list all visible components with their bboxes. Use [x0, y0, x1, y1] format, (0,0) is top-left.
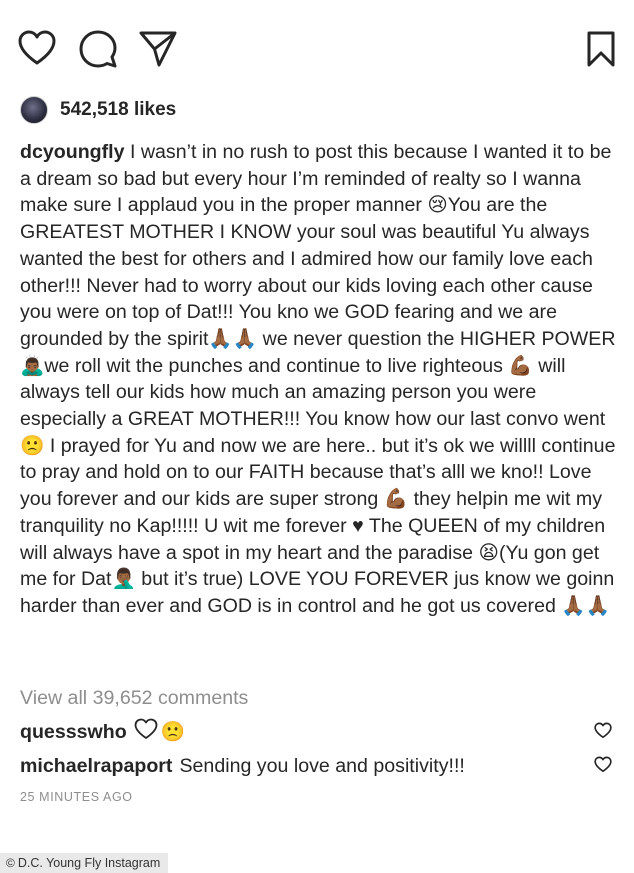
comment-username[interactable]: michaelrapaport	[20, 755, 172, 778]
post-timestamp[interactable]: 25 MINUTES AGO	[20, 790, 133, 804]
comment-row: quessswho 🙁	[20, 718, 616, 746]
comment-like-icon[interactable]	[594, 722, 612, 745]
caption-text: I wasn’t in no rush to post this because…	[20, 141, 616, 617]
credit-text: D.C. Young Fly Instagram	[17, 856, 161, 870]
image-credit: © D.C. Young Fly Instagram	[0, 853, 169, 873]
post-action-bar	[18, 30, 616, 70]
comment-bubble-icon[interactable]	[79, 30, 117, 68]
comment-like-icon[interactable]	[594, 756, 612, 779]
heart-icon[interactable]	[18, 30, 56, 66]
comment-text: 🙁	[160, 721, 186, 743]
comment-text: Sending you love and positivity!!!	[179, 754, 465, 777]
likes-row: 542,518 likes	[20, 96, 176, 124]
caption-username[interactable]: dcyoungfly	[20, 141, 125, 163]
copyright-symbol: ©	[6, 856, 15, 870]
post-caption: dcyoungfly I wasn’t in no rush to post t…	[20, 139, 618, 620]
view-all-comments-link[interactable]: View all 39,652 comments	[20, 687, 248, 710]
bookmark-icon[interactable]	[586, 30, 616, 68]
likes-count[interactable]: 542,518 likes	[60, 99, 176, 121]
comment-row: michaelrapaport Sending you love and pos…	[20, 752, 616, 780]
avatar[interactable]	[20, 96, 48, 124]
paper-plane-icon[interactable]	[138, 30, 178, 68]
comment-username[interactable]: quessswho	[20, 721, 127, 744]
heart-icon	[134, 718, 158, 746]
